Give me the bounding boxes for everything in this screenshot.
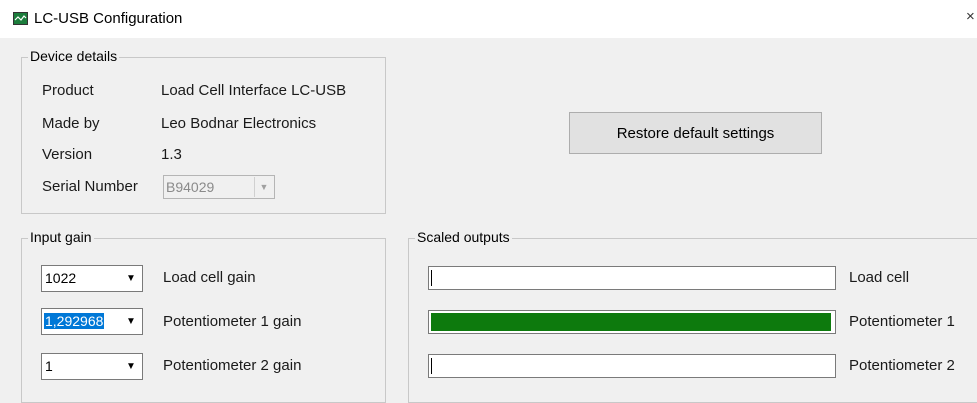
close-icon[interactable]: × [966,8,977,28]
potentiometer-2-gain-combo[interactable]: 1 ▼ [41,353,143,380]
serial-number-key: Serial Number [42,178,138,195]
app-icon [13,12,28,25]
serial-number-combo: B94029 ▼ [163,175,275,199]
bar-fill [431,313,831,331]
load-cell-gain-combo[interactable]: 1022 ▼ [41,265,143,292]
potentiometer-1-output-label: Potentiometer 1 [849,313,955,330]
chevron-down-icon[interactable]: ▼ [121,267,141,290]
version-key: Version [42,146,93,163]
bar-caret [431,270,432,286]
potentiometer-1-gain-value[interactable]: 1,292968 [44,313,105,329]
potentiometer-2-gain-value: 1 [45,358,53,374]
potentiometer-2-gain-label: Potentiometer 2 gain [163,357,302,374]
load-cell-gain-value: 1022 [45,270,77,286]
load-cell-output-label: Load cell [849,269,910,286]
made-by-key: Made by [42,115,100,132]
potentiometer-1-output-bar [428,310,836,334]
potentiometer-1-gain-label: Potentiometer 1 gain [163,313,302,330]
made-by-value: Leo Bodnar Electronics [161,115,317,132]
chevron-down-icon[interactable]: ▼ [121,310,141,333]
input-gain-label: Input gain [28,229,94,245]
device-details-label: Device details [28,48,120,64]
bar-caret [431,358,432,374]
version-value: 1.3 [161,146,182,163]
restore-default-settings-button[interactable]: Restore default settings [569,112,822,154]
product-key: Product [42,82,94,99]
potentiometer-2-output-label: Potentiometer 2 [849,357,955,374]
chevron-down-icon[interactable]: ▼ [121,355,141,378]
potentiometer-2-output-bar [428,354,836,378]
potentiometer-1-gain-combo[interactable]: 1,292968 ▼ [41,308,143,335]
serial-number-value: B94029 [166,179,215,195]
load-cell-gain-label: Load cell gain [163,269,256,286]
title-bar: LC-USB Configuration × [0,0,977,38]
chevron-down-icon: ▼ [254,177,273,197]
window-title: LC-USB Configuration [34,10,183,27]
load-cell-output-bar [428,266,836,290]
product-value: Load Cell Interface LC-USB [161,82,347,99]
scaled-outputs-label: Scaled outputs [415,229,512,245]
